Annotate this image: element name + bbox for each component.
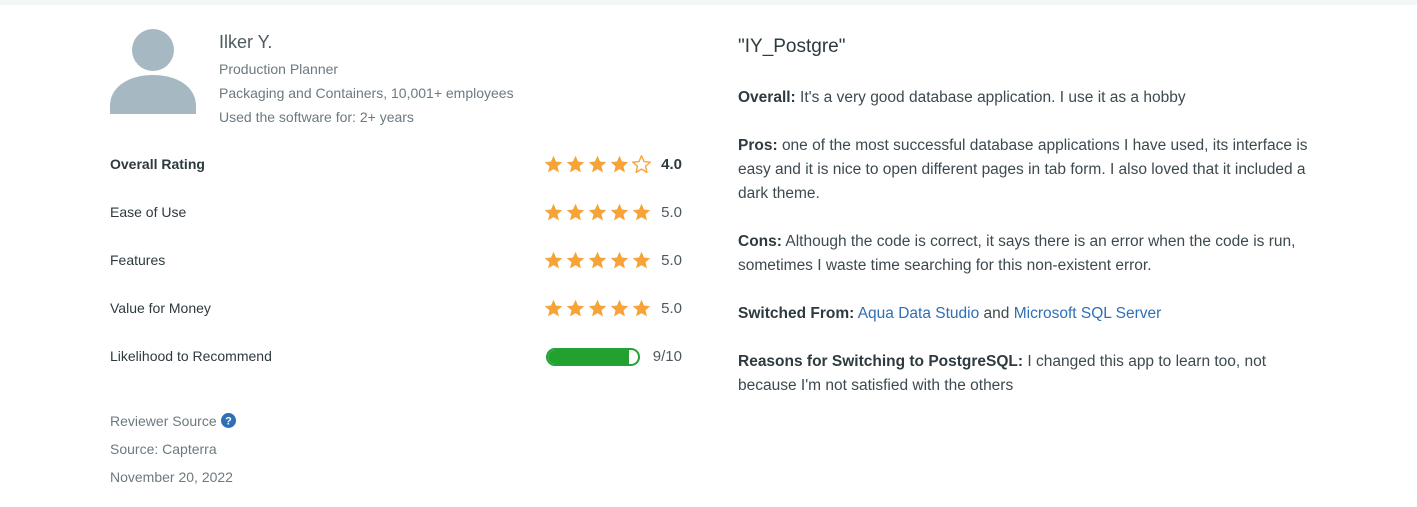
star-filled-icon [566, 155, 585, 173]
star-filled-icon [544, 299, 563, 317]
review-overall: Overall: It's a very good database appli… [738, 86, 1318, 110]
likelihood-value: 9/10 [652, 348, 682, 365]
star-filled-icon [588, 251, 607, 269]
star-empty-icon [632, 155, 651, 174]
star-filled-icon [566, 299, 585, 317]
reviewer-source: Reviewer Source? [110, 413, 236, 429]
likelihood-progress-fill [548, 350, 629, 364]
rating-value: 5.0 [661, 252, 682, 269]
rating-label: Likelihood to Recommend [110, 348, 272, 364]
rating-value: 5.0 [661, 204, 682, 221]
review-date: November 20, 2022 [110, 469, 233, 485]
rating-value: 4.0 [661, 156, 682, 173]
overall-text: It's a very good database application. I… [800, 89, 1186, 106]
rating-label: Ease of Use [110, 204, 187, 220]
reviewer-usage: Used the software for: 2+ years [219, 109, 414, 125]
star-rating [543, 250, 652, 271]
likelihood-progress-bar [546, 348, 640, 366]
review-pros: Pros: one of the most successful databas… [738, 134, 1318, 206]
source-text: Source: Capterra [110, 441, 217, 457]
star-filled-icon [544, 203, 563, 221]
rating-label: Value for Money [110, 300, 211, 316]
star-rating [543, 298, 652, 319]
review-switched-from: Switched From: Aqua Data Studio and Micr… [738, 302, 1318, 326]
reviewer-company: Packaging and Containers, 10,001+ employ… [219, 85, 514, 101]
review-title: "IY_Postgre" [738, 36, 846, 57]
switched-from-link-mssql[interactable]: Microsoft SQL Server [1014, 305, 1162, 322]
rating-value: 5.0 [661, 300, 682, 317]
switched-from-link-aqua[interactable]: Aqua Data Studio [858, 305, 980, 322]
rating-row-value-for-money: Value for Money 5.0 [110, 297, 682, 321]
cons-label: Cons: [738, 233, 782, 250]
star-filled-icon [566, 203, 585, 221]
star-filled-icon [610, 203, 629, 221]
rating-row-features: Features 5.0 [110, 249, 682, 273]
reasons-label: Reasons for Switching to PostgreSQL: [738, 353, 1024, 370]
rating-row-overall: Overall Rating 4.0 [110, 153, 682, 177]
star-filled-icon [544, 155, 563, 173]
review-cons: Cons: Although the code is correct, it s… [738, 230, 1318, 278]
star-filled-icon [610, 155, 629, 173]
star-filled-icon [588, 299, 607, 317]
svg-text:?: ? [225, 416, 232, 428]
reviewer-name: Ilker Y. [219, 32, 273, 52]
overall-label: Overall: [738, 89, 796, 106]
star-filled-icon [588, 155, 607, 173]
pros-text: one of the most successful database appl… [738, 137, 1308, 202]
switched-from-label: Switched From: [738, 305, 855, 322]
cons-text: Although the code is correct, it says th… [738, 233, 1296, 274]
reviewer-source-label: Reviewer Source [110, 413, 217, 429]
avatar-icon [110, 29, 196, 114]
reviewer-job-title: Production Planner [219, 61, 339, 77]
review-reasons: Reasons for Switching to PostgreSQL: I c… [738, 350, 1318, 398]
switched-and: and [983, 305, 1010, 322]
help-icon[interactable]: ? [220, 413, 236, 428]
star-filled-icon [632, 299, 651, 317]
rating-label: Overall Rating [110, 156, 205, 172]
pros-label: Pros: [738, 137, 778, 154]
star-filled-icon [544, 251, 563, 269]
star-rating [543, 154, 652, 175]
star-filled-icon [632, 251, 651, 269]
star-rating [543, 202, 652, 223]
star-filled-icon [566, 251, 585, 269]
rating-row-likelihood: Likelihood to Recommend 9/10 [110, 345, 682, 369]
rating-label: Features [110, 252, 166, 268]
star-filled-icon [632, 203, 651, 221]
star-filled-icon [588, 203, 607, 221]
top-strip [0, 0, 1417, 5]
rating-row-ease-of-use: Ease of Use 5.0 [110, 201, 682, 225]
star-filled-icon [610, 299, 629, 317]
star-filled-icon [610, 251, 629, 269]
